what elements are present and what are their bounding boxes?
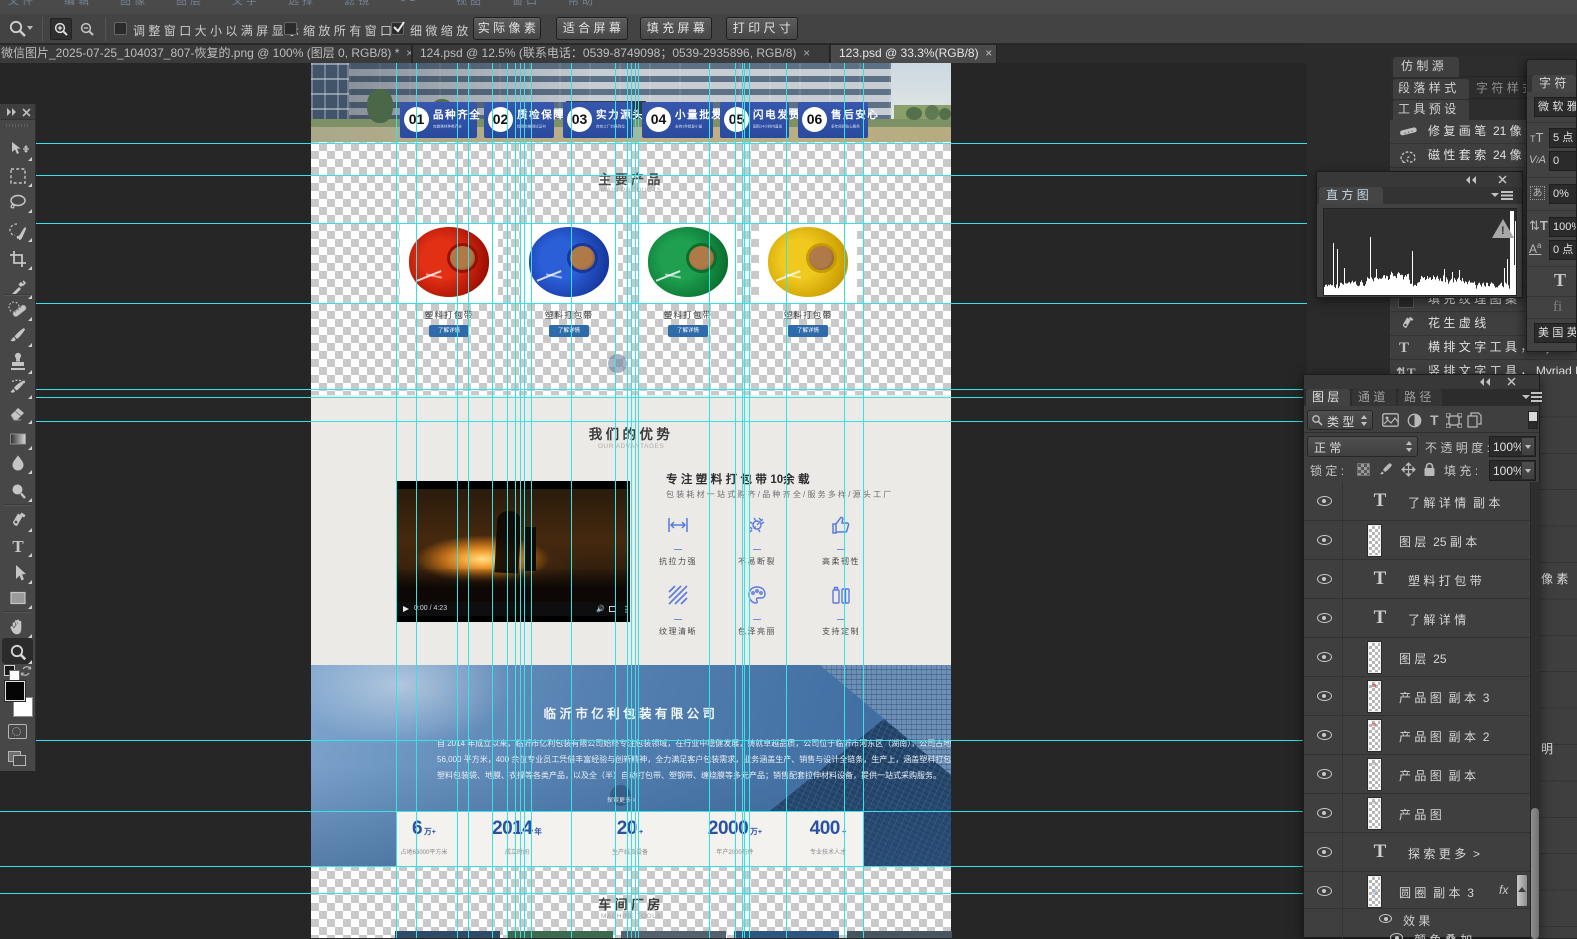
svg-text:T: T [12, 537, 24, 556]
